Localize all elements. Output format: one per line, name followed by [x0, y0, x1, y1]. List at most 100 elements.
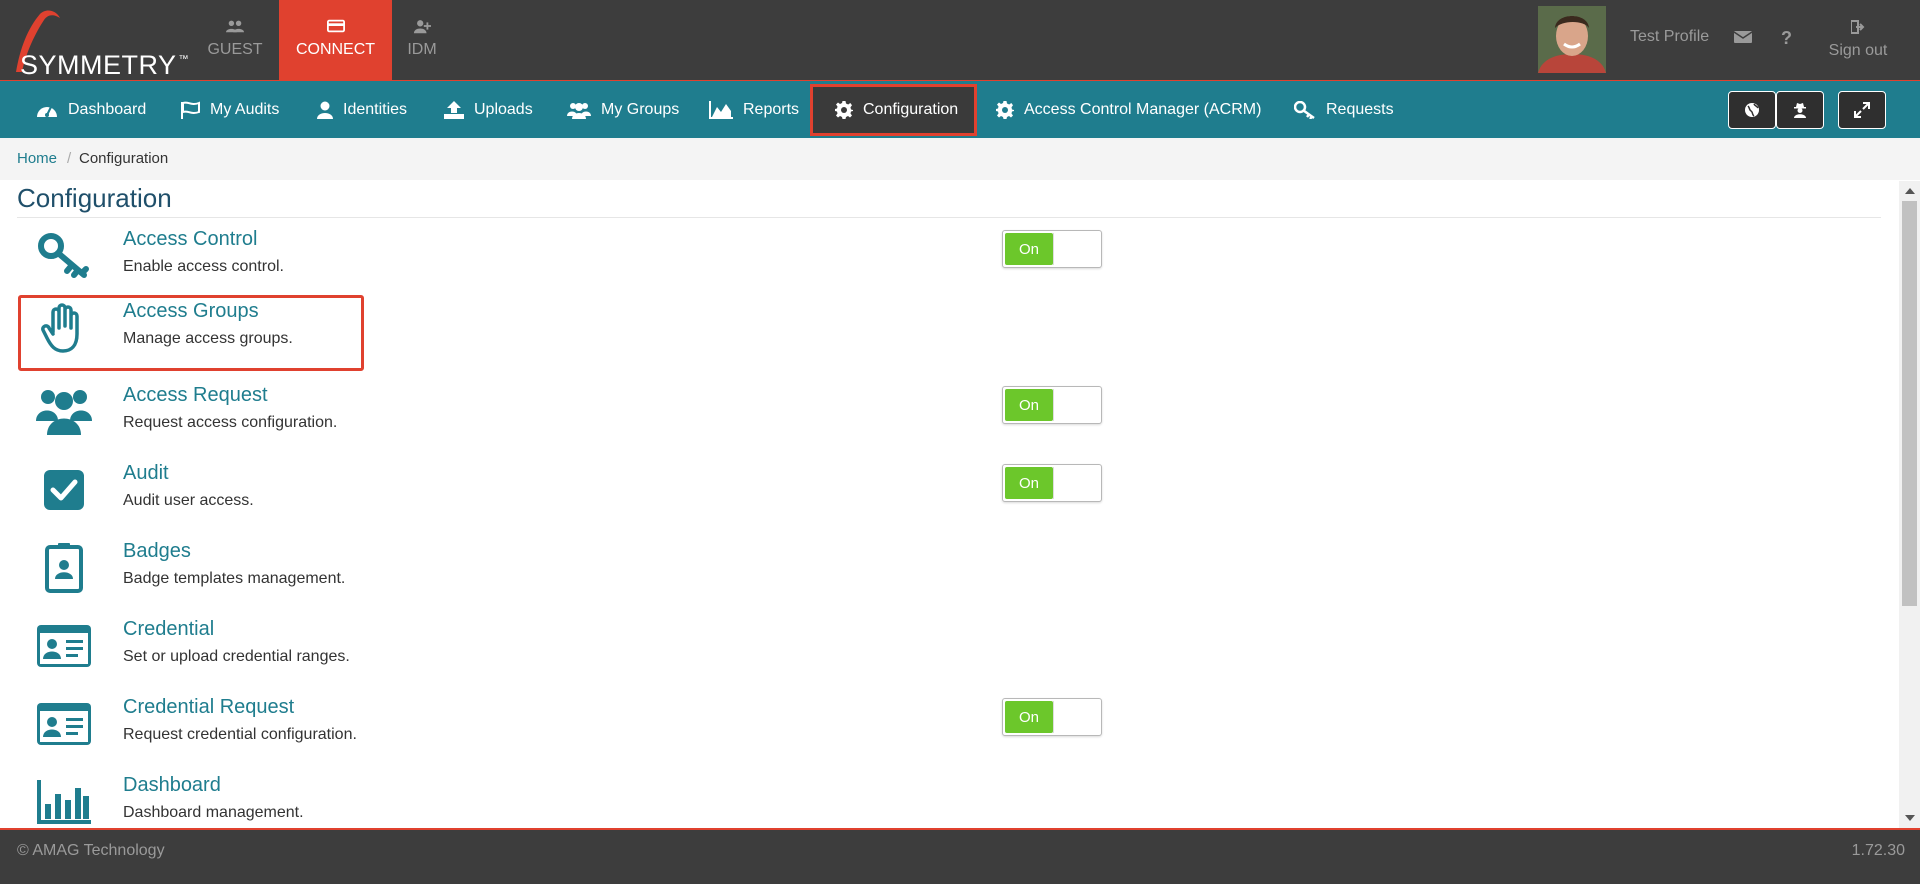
main-nav: Dashboard My Audits Identities Uploads M… [0, 80, 1920, 138]
nav-label: Configuration [863, 101, 959, 118]
globe-icon [1745, 103, 1759, 117]
nav-item-uploads[interactable]: Uploads [444, 81, 533, 139]
users-icon [226, 20, 244, 33]
access-control-toggle[interactable]: On [1002, 230, 1102, 268]
content-scrollbar[interactable] [1899, 181, 1920, 828]
mail-icon[interactable] [1734, 30, 1752, 44]
sign-out-label: Sign out [1828, 42, 1888, 59]
config-item-title[interactable]: Access Groups [123, 300, 259, 323]
nav-label: My Groups [601, 101, 680, 118]
audit-toggle[interactable]: On [1002, 464, 1102, 502]
config-item-title[interactable]: Audit [123, 462, 169, 485]
users-icon [567, 103, 591, 119]
config-item-description: Badge templates management. [123, 570, 346, 587]
config-item-credential-request: Credential Request Request credential co… [18, 688, 1878, 766]
nav-item-my-groups[interactable]: My Groups [567, 81, 679, 139]
users-icon [32, 384, 96, 440]
expand-icon [1854, 102, 1870, 118]
breadcrumb-separator: / [67, 150, 72, 167]
nav-item-my-audits[interactable]: My Audits [180, 81, 279, 139]
card-icon [326, 19, 345, 33]
nav-item-reports[interactable]: Reports [709, 81, 799, 139]
config-item-description: Enable access control. [123, 258, 284, 275]
user-plus-icon [413, 20, 431, 34]
nav-label: Dashboard [68, 101, 147, 118]
id-card-icon [32, 696, 96, 752]
nav-label: Reports [743, 101, 800, 118]
toggle-on-label: On [1005, 233, 1053, 265]
key-icon [1294, 101, 1315, 119]
symmetry-logo[interactable]: SYMMETRY ™ [6, 8, 189, 80]
bar-chart-icon [32, 774, 96, 830]
key-icon [32, 228, 96, 284]
page-title: Configuration [17, 183, 172, 213]
checkbox-icon [32, 462, 96, 518]
top-header: SYMMETRY ™ GUEST CONNECT IDM Test Profile [0, 0, 1920, 80]
app-tab-label: IDM [407, 41, 437, 58]
app-tab-idm[interactable]: IDM [366, 0, 478, 80]
breadcrumb-home-link[interactable]: Home [17, 150, 57, 167]
app-tab-label: GUEST [207, 41, 263, 58]
config-item-credential: Credential Set or upload credential rang… [18, 610, 1878, 688]
nav-item-dashboard[interactable]: Dashboard [36, 81, 146, 139]
config-item-title[interactable]: Credential Request [123, 696, 294, 719]
config-item-badges: Badges Badge templates management. [18, 532, 1878, 610]
footer-version: 1.72.30 [1851, 842, 1905, 859]
config-item-access-request: Access Request Request access configurat… [18, 376, 1878, 454]
app-tab-guest[interactable]: GUEST [179, 0, 291, 80]
config-item-access-control: Access Control Enable access control. On [18, 220, 1878, 298]
toggle-knob [1053, 467, 1100, 499]
toggle-on-label: On [1005, 701, 1053, 733]
toggle-knob [1053, 389, 1100, 421]
config-item-audit: Audit Audit user access. On [18, 454, 1878, 532]
user-secret-icon [1794, 103, 1806, 118]
title-divider [17, 217, 1881, 218]
nav-item-acrm[interactable]: Access Control Manager (ACRM) [996, 81, 1261, 139]
scroll-thumb[interactable] [1902, 201, 1917, 606]
config-item-description: Request access configuration. [123, 414, 338, 431]
nav-item-identities[interactable]: Identities [317, 81, 407, 139]
breadcrumb-current: Configuration [79, 150, 169, 167]
config-item-description: Dashboard management. [123, 804, 304, 821]
sign-out-button[interactable]: Sign out [1818, 20, 1898, 60]
privacy-button[interactable] [1776, 91, 1824, 129]
help-icon[interactable]: ? [1781, 28, 1792, 49]
config-item-title[interactable]: Access Request [123, 384, 268, 407]
globe-button[interactable] [1728, 91, 1776, 129]
nav-label: Identities [343, 101, 408, 118]
config-item-title[interactable]: Dashboard [123, 774, 221, 797]
toggle-knob [1053, 701, 1100, 733]
config-item-title[interactable]: Badges [123, 540, 191, 563]
scroll-down-arrow-icon[interactable] [1905, 815, 1915, 821]
upload-icon [444, 101, 464, 119]
badge-icon [32, 540, 96, 596]
toggle-on-label: On [1005, 467, 1053, 499]
dashboard-icon [37, 106, 57, 117]
nav-label: Requests [1326, 101, 1394, 118]
profile-name[interactable]: Test Profile [1630, 28, 1709, 46]
nav-label: Access Control Manager (ACRM) [1024, 101, 1262, 118]
nav-item-requests[interactable]: Requests [1294, 81, 1394, 139]
footer-copyright: © AMAG Technology [17, 842, 165, 859]
user-icon [317, 101, 333, 119]
avatar[interactable] [1538, 6, 1606, 73]
fullscreen-button[interactable] [1838, 91, 1886, 129]
breadcrumb: Home / Configuration [0, 138, 1920, 180]
access-request-toggle[interactable]: On [1002, 386, 1102, 424]
config-item-description: Set or upload credential ranges. [123, 648, 350, 665]
flag-icon [181, 101, 200, 119]
config-item-title[interactable]: Credential [123, 618, 214, 641]
sign-out-icon [1850, 20, 1865, 34]
nav-item-configuration[interactable]: Configuration [810, 84, 978, 136]
nav-label: Uploads [474, 101, 533, 118]
toggle-knob [1053, 233, 1100, 265]
profile-photo [1538, 6, 1606, 73]
id-card-icon [32, 618, 96, 674]
logo-text: SYMMETRY ™ [20, 50, 190, 80]
credential-request-toggle[interactable]: On [1002, 698, 1102, 736]
scroll-up-arrow-icon[interactable] [1905, 188, 1915, 194]
config-item-access-groups: Access Groups Manage access groups. [18, 292, 1878, 371]
config-item-description: Manage access groups. [123, 330, 293, 347]
config-item-description: Request credential configuration. [123, 726, 357, 743]
config-item-title[interactable]: Access Control [123, 228, 258, 251]
